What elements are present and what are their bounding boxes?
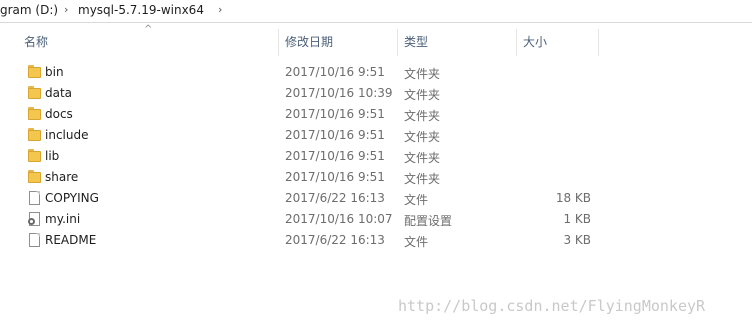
- file-type: 文件夹: [404, 67, 441, 81]
- column-header-type[interactable]: 类型: [404, 33, 428, 55]
- folder-icon: [28, 107, 42, 121]
- list-item[interactable]: docs 2017/10/16 9:51 文件夹: [22, 104, 598, 125]
- file-modified: 2017/10/16 9:51: [285, 65, 385, 79]
- settings-file-icon: [28, 212, 42, 226]
- column-divider[interactable]: [397, 29, 398, 56]
- file-size: 1 KB: [563, 212, 591, 226]
- breadcrumb-separator-icon[interactable]: ›: [218, 3, 222, 16]
- column-header-modified[interactable]: 修改日期: [285, 33, 333, 55]
- file-icon: [28, 191, 42, 205]
- file-size: 18 KB: [555, 191, 591, 205]
- file-type: 文件夹: [404, 130, 441, 144]
- list-item[interactable]: share 2017/10/16 9:51 文件夹: [22, 167, 598, 188]
- file-name: include: [45, 128, 89, 142]
- breadcrumb-drive[interactable]: gram (D:): [0, 3, 58, 17]
- file-name: lib: [45, 149, 60, 163]
- address-bar[interactable]: gram (D:) › mysql-5.7.19-winx64 ›: [0, 0, 752, 23]
- file-type: 文件夹: [404, 88, 441, 102]
- file-modified: 2017/10/16 9:51: [285, 107, 385, 121]
- folder-icon: [28, 65, 42, 79]
- file-modified: 2017/10/16 9:51: [285, 128, 385, 142]
- watermark-text: http://blog.csdn.net/FlyingMonkeyR: [398, 297, 706, 315]
- file-modified: 2017/6/22 16:13: [285, 233, 385, 247]
- list-item[interactable]: README 2017/6/22 16:13 文件 3 KB: [22, 230, 598, 251]
- file-modified: 2017/10/16 9:51: [285, 170, 385, 184]
- folder-icon: [28, 128, 42, 142]
- column-header-size[interactable]: 大小: [523, 33, 547, 55]
- folder-icon: [28, 86, 42, 100]
- list-item[interactable]: data 2017/10/16 10:39 文件夹: [22, 83, 598, 104]
- file-name: COPYING: [45, 191, 99, 205]
- folder-icon: [28, 149, 42, 163]
- file-name: share: [45, 170, 79, 184]
- column-header-name[interactable]: 名称: [24, 33, 48, 55]
- list-item[interactable]: my.ini 2017/10/16 10:07 配置设置 1 KB: [22, 209, 598, 230]
- file-name: data: [45, 86, 73, 100]
- file-name: my.ini: [45, 212, 81, 226]
- file-modified: 2017/10/16 10:07: [285, 212, 393, 226]
- column-divider[interactable]: [516, 29, 517, 56]
- list-item[interactable]: lib 2017/10/16 9:51 文件夹: [22, 146, 598, 167]
- file-type: 文件夹: [404, 109, 441, 123]
- file-modified: 2017/10/16 9:51: [285, 149, 385, 163]
- list-item[interactable]: bin 2017/10/16 9:51 文件夹: [22, 62, 598, 83]
- file-size: 3 KB: [563, 233, 591, 247]
- file-modified: 2017/6/22 16:13: [285, 191, 385, 205]
- file-name: docs: [45, 107, 73, 121]
- file-modified: 2017/10/16 10:39: [285, 86, 393, 100]
- file-type: 文件: [404, 235, 429, 249]
- file-type: 配置设置: [404, 214, 453, 228]
- breadcrumb-separator-icon[interactable]: ›: [64, 3, 68, 16]
- file-name: README: [45, 233, 97, 247]
- file-type: 文件夹: [404, 172, 441, 186]
- file-type: 文件夹: [404, 151, 441, 165]
- sort-ascending-icon: ^: [144, 24, 153, 35]
- folder-icon: [28, 170, 42, 184]
- file-icon: [28, 233, 42, 247]
- column-divider[interactable]: [278, 29, 279, 56]
- breadcrumb-current-folder[interactable]: mysql-5.7.19-winx64: [78, 3, 204, 17]
- file-type: 文件: [404, 193, 429, 207]
- file-name: bin: [45, 65, 64, 79]
- list-item[interactable]: include 2017/10/16 9:51 文件夹: [22, 125, 598, 146]
- list-item[interactable]: COPYING 2017/6/22 16:13 文件 18 KB: [22, 188, 598, 209]
- column-divider[interactable]: [598, 29, 599, 56]
